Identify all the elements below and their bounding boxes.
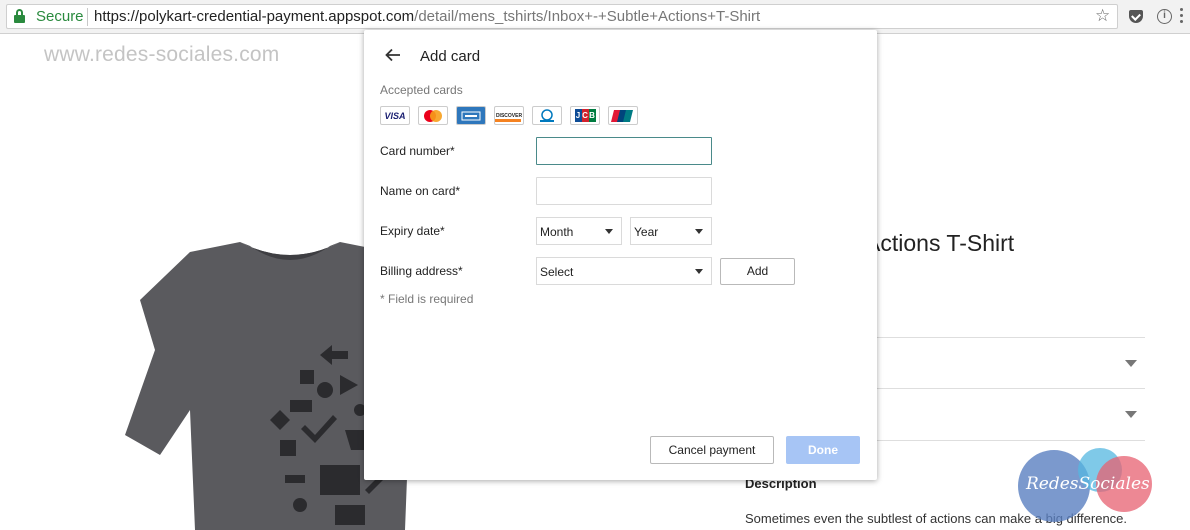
- screen: Secure https://polykart-credential-payme…: [0, 0, 1190, 530]
- address-divider: [87, 8, 88, 26]
- watermark-text: www.redes-sociales.com: [44, 43, 280, 66]
- expiry-year-value: Year: [634, 225, 659, 239]
- billing-address-select[interactable]: Select: [536, 257, 712, 285]
- expiry-month-select[interactable]: Month: [536, 217, 622, 245]
- section-divider: [875, 337, 1145, 338]
- mastercard-card-icon: [418, 106, 448, 125]
- billing-address-label: Billing address*: [380, 264, 463, 278]
- billing-address-value: Select: [540, 265, 574, 279]
- required-field-note: * Field is required: [380, 292, 474, 306]
- name-on-card-label: Name on card*: [380, 184, 461, 198]
- accepted-cards-label: Accepted cards: [380, 83, 463, 97]
- dialog-title: Add card: [420, 48, 481, 65]
- unionpay-card-icon: [608, 106, 638, 125]
- add-card-dialog: Add card Accepted cards VISA DISCOVER JC…: [364, 30, 877, 480]
- chevron-down-icon[interactable]: [1125, 360, 1137, 367]
- secure-label: Secure: [36, 8, 84, 25]
- bookmark-star-icon[interactable]: ☆: [1095, 6, 1110, 26]
- section-divider: [875, 440, 1145, 441]
- diners-card-icon: [532, 106, 562, 125]
- card-number-input[interactable]: [536, 137, 712, 165]
- card-number-label: Card number*: [380, 144, 455, 158]
- dropdown-caret-icon: [605, 229, 613, 234]
- url-path: /detail/mens_tshirts/Inbox+-+Subtle+Acti…: [414, 8, 761, 25]
- add-address-button[interactable]: Add: [720, 258, 795, 285]
- accepted-cards-list: VISA DISCOVER JCB: [380, 106, 646, 125]
- visa-card-icon: VISA: [380, 106, 410, 125]
- url-host: https://polykart-credential-payment.apps…: [94, 8, 415, 25]
- chevron-down-icon[interactable]: [1125, 411, 1137, 418]
- redes-sociales-logo: RedesSociales: [1018, 448, 1152, 522]
- visa-label: VISA: [384, 110, 406, 121]
- menu-dots-icon[interactable]: [1180, 8, 1184, 26]
- expiry-date-label: Expiry date*: [380, 224, 445, 238]
- cancel-payment-button[interactable]: Cancel payment: [650, 436, 774, 464]
- expiry-month-value: Month: [540, 225, 574, 239]
- discover-card-icon: DISCOVER: [494, 106, 524, 125]
- dropdown-caret-icon: [695, 269, 703, 274]
- logo-text: RedesSociales: [1025, 474, 1150, 494]
- jcb-card-icon: JCB: [570, 106, 600, 125]
- discover-label: DISCOVER: [495, 112, 523, 119]
- name-on-card-input[interactable]: [536, 177, 712, 205]
- done-button[interactable]: Done: [786, 436, 860, 464]
- dropdown-caret-icon: [695, 229, 703, 234]
- back-arrow-icon[interactable]: [384, 46, 402, 64]
- expiry-year-select[interactable]: Year: [630, 217, 712, 245]
- amex-card-icon: [456, 106, 486, 125]
- url-text[interactable]: https://polykart-credential-payment.apps…: [94, 8, 760, 25]
- info-icon[interactable]: i: [1157, 9, 1172, 24]
- lock-icon: [14, 9, 25, 23]
- browser-toolbar: Secure https://polykart-credential-payme…: [0, 0, 1190, 34]
- pocket-icon[interactable]: [1129, 10, 1143, 23]
- section-divider: [875, 388, 1145, 389]
